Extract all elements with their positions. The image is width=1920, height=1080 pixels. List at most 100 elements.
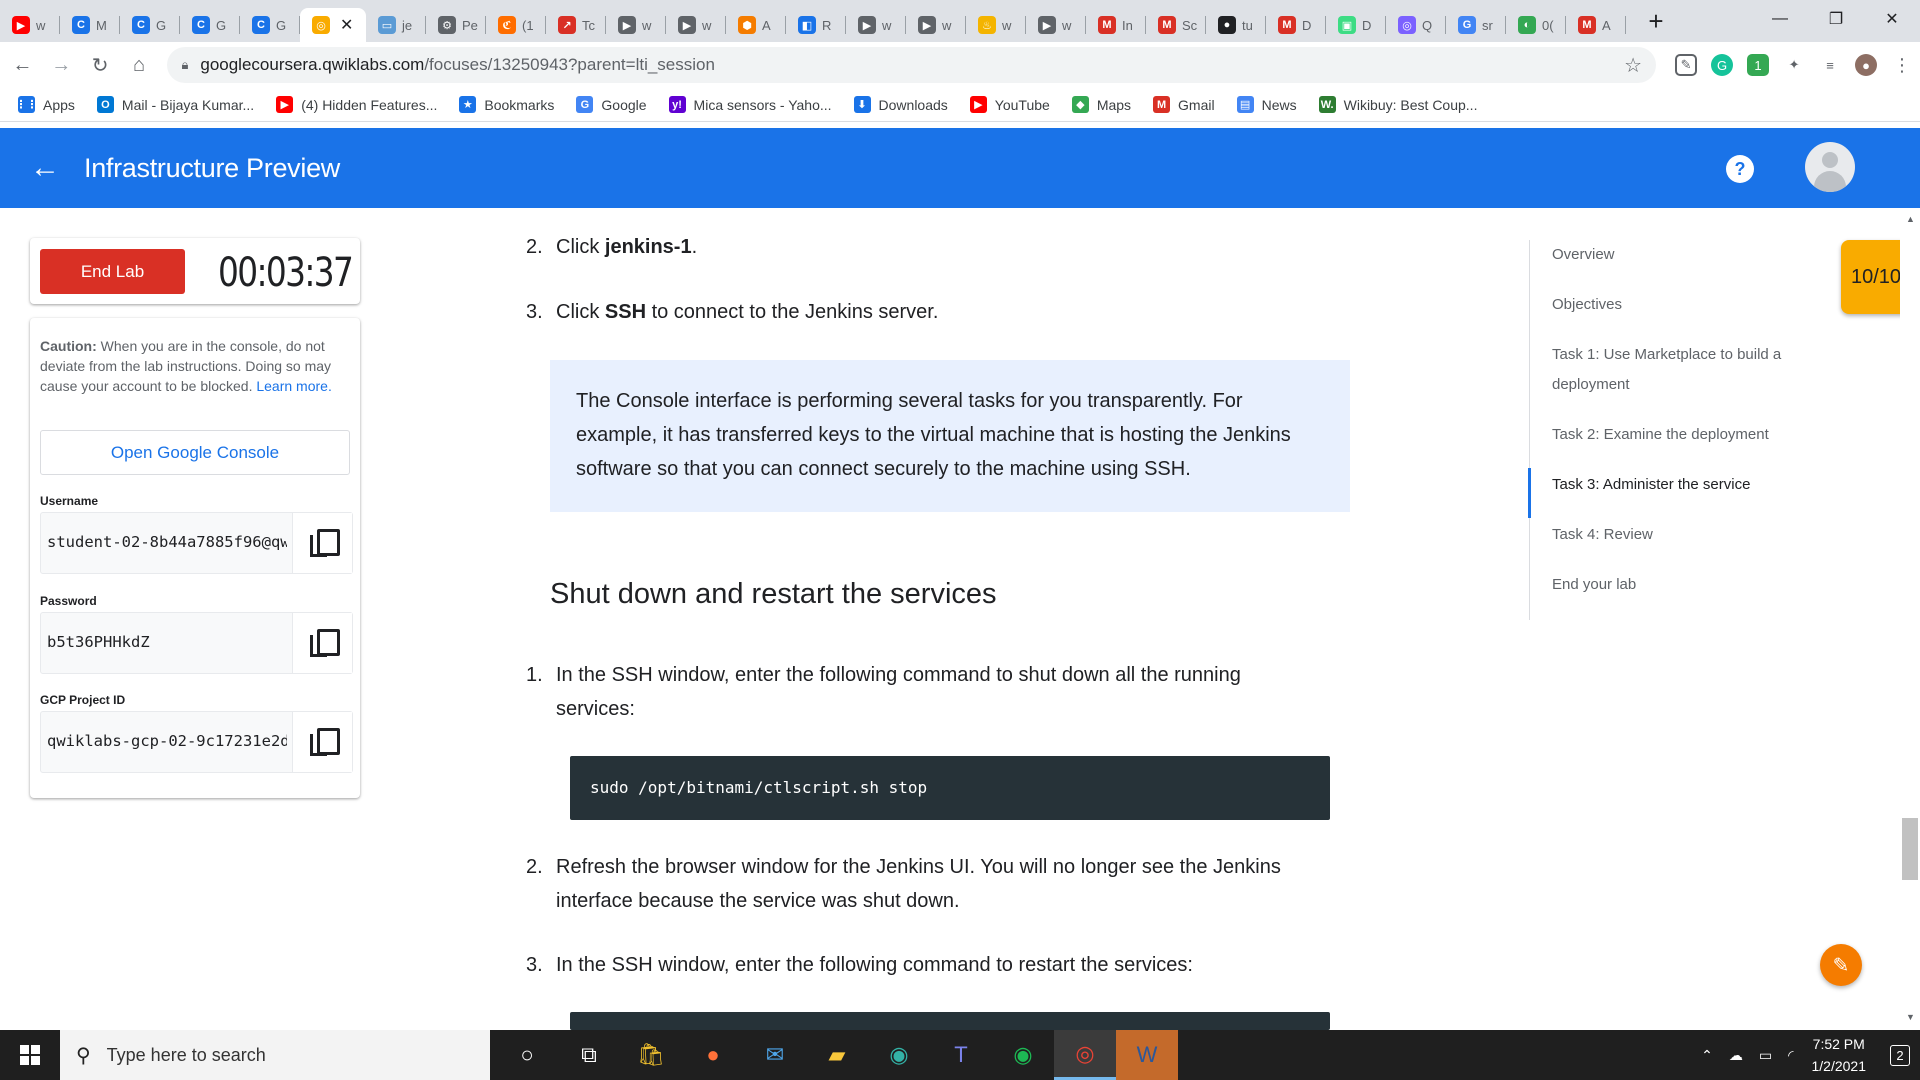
start-button[interactable] — [0, 1030, 60, 1080]
reload-button[interactable]: ↻ — [84, 48, 117, 82]
copy-username-button[interactable] — [292, 513, 352, 573]
notes-fab-button[interactable]: ✎ — [1820, 944, 1862, 986]
code-block[interactable] — [570, 1012, 1330, 1030]
bookmark-item[interactable]: O Mail - Bijaya Kumar... — [96, 96, 254, 113]
bookmark-item[interactable]: G Google — [576, 96, 647, 113]
tab-close-icon[interactable]: ✕ — [340, 15, 353, 35]
browser-tab[interactable]: ▶ w — [906, 8, 966, 42]
toc-item[interactable]: Task 4: Review — [1552, 520, 1812, 550]
browser-tab[interactable]: MA — [1566, 8, 1626, 42]
close-window-button[interactable]: ✕ — [1864, 0, 1920, 38]
forward-button[interactable]: → — [45, 48, 78, 82]
bookmark-item[interactable]: y! Mica sensors - Yaho... — [668, 96, 832, 113]
grammarly-icon[interactable]: G — [1711, 54, 1734, 76]
toc-item[interactable]: Task 3: Administer the service — [1552, 470, 1812, 500]
end-lab-button[interactable]: End Lab — [40, 249, 185, 294]
bookmark-item[interactable]: ▤ News — [1236, 96, 1297, 113]
browser-tab[interactable]: ▶ w — [1026, 8, 1086, 42]
cortana-icon[interactable]: ○ — [496, 1030, 558, 1080]
back-arrow-icon[interactable]: ← — [30, 151, 60, 185]
file-explorer-icon[interactable]: ▰ — [806, 1030, 868, 1080]
menu-kebab-icon[interactable]: ⋮ — [1891, 54, 1913, 76]
browser-tab[interactable]: MD — [1266, 8, 1326, 42]
new-tab-button[interactable]: + — [1638, 3, 1674, 39]
toc-item[interactable]: End your lab — [1552, 570, 1812, 600]
browser-tab[interactable]: ⬢ A — [726, 8, 786, 42]
password-field[interactable]: b5t36PHHkdZ — [40, 612, 353, 674]
store-icon[interactable]: 🛍︎ — [620, 1030, 682, 1080]
browser-tab[interactable]: ▶ w — [606, 8, 666, 42]
browser-tab[interactable]: ▶ w — [846, 8, 906, 42]
code-block[interactable]: sudo /opt/bitnami/ctlscript.sh stop — [570, 756, 1330, 820]
browser-tab[interactable]: ◧ R — [786, 8, 846, 42]
firefox-icon[interactable]: ● — [682, 1030, 744, 1080]
open-google-console-button[interactable]: Open Google Console — [40, 430, 350, 475]
maximize-button[interactable]: ❐ — [1808, 0, 1864, 38]
browser-tab[interactable]: Gsr — [1446, 8, 1506, 42]
bookmark-item[interactable]: ★ Bookmarks — [459, 96, 554, 113]
toc-item[interactable]: Overview — [1552, 240, 1812, 270]
browser-tab[interactable]: CG — [120, 8, 180, 42]
teams-icon[interactable]: T — [930, 1030, 992, 1080]
bookmark-item[interactable]: ◆ Maps — [1071, 96, 1131, 113]
bookmark-item[interactable]: ▶ (4) Hidden Features... — [276, 96, 437, 113]
browser-tab[interactable]: ♨ w — [966, 8, 1026, 42]
extension-badge-icon[interactable]: 1 — [1747, 54, 1770, 76]
bookmark-item[interactable]: ⋮⋮ Apps — [16, 96, 75, 113]
learn-more-link[interactable]: Learn more. — [256, 378, 331, 394]
browser-tab[interactable]: ● tu — [1206, 8, 1266, 42]
chevron-up-icon[interactable]: ⌃ — [1701, 1047, 1713, 1064]
notifications-button[interactable]: 2 — [1880, 1030, 1920, 1080]
help-icon[interactable]: ? — [1726, 155, 1754, 183]
browser-tab[interactable]: CG — [240, 8, 300, 42]
home-button[interactable]: ⌂ — [123, 48, 156, 82]
taskbar-clock[interactable]: 7:52 PM 1/2/2021 — [1812, 1033, 1867, 1077]
browser-tab[interactable]: CM — [60, 8, 120, 42]
network-error-icon[interactable]: ☁ — [1729, 1047, 1743, 1064]
battery-icon[interactable]: ▭ — [1759, 1047, 1772, 1064]
taskbar-search-box[interactable]: ⚲ Type here to search — [60, 1030, 490, 1080]
browser-tab[interactable]: ◐ 0( — [1506, 8, 1566, 42]
spotify-icon[interactable]: ◉ — [992, 1030, 1054, 1080]
browser-tab[interactable]: ▭ je — [366, 8, 426, 42]
browser-tab[interactable]: CG — [180, 8, 240, 42]
reading-list-icon[interactable]: ≡ — [1819, 54, 1841, 76]
browser-tab[interactable]: ◎ Q — [1386, 8, 1446, 42]
project-id-field[interactable]: qwiklabs-gcp-02-9c17231e2d7a — [40, 711, 353, 773]
scroll-up-arrow-icon[interactable]: ▲ — [1906, 214, 1915, 224]
username-value[interactable]: student-02-8b44a7885f96@qwiklabs.net — [47, 533, 287, 551]
puzzle-icon[interactable]: ✦ — [1783, 54, 1805, 76]
browser-tab[interactable]: ▣ D — [1326, 8, 1386, 42]
copy-password-button[interactable] — [292, 613, 352, 673]
task-view-icon[interactable]: ⧉ — [558, 1030, 620, 1080]
edge-icon[interactable]: ◉ — [868, 1030, 930, 1080]
browser-tab[interactable]: M In — [1086, 8, 1146, 42]
page-scrollbar[interactable] — [1900, 210, 1920, 1030]
bookmark-item[interactable]: ⬇ Downloads — [853, 96, 948, 113]
browser-tab[interactable]: ℭ (1 — [486, 8, 546, 42]
scroll-down-arrow-icon[interactable]: ▼ — [1906, 1012, 1915, 1022]
toc-item[interactable]: Objectives — [1552, 290, 1812, 320]
back-button[interactable]: ← — [6, 48, 39, 82]
profile-avatar-icon[interactable]: ● — [1855, 54, 1878, 76]
extension-edit-icon[interactable]: ✎ — [1675, 54, 1698, 76]
chrome-icon[interactable]: ◎ — [1054, 1030, 1116, 1080]
scrollbar-thumb[interactable] — [1902, 818, 1918, 880]
username-field[interactable]: student-02-8b44a7885f96@qwiklabs.net — [40, 512, 353, 574]
mail-icon[interactable]: ✉ — [744, 1030, 806, 1080]
bookmark-item[interactable]: ▶ YouTube — [969, 96, 1050, 113]
toc-item[interactable]: Task 1: Use Marketplace to build a deplo… — [1552, 340, 1812, 400]
browser-tab[interactable]: ◎ ✕ — [300, 8, 366, 42]
minimize-button[interactable]: — — [1752, 0, 1808, 38]
password-value[interactable]: b5t36PHHkdZ — [47, 633, 287, 651]
browser-tab[interactable]: ▶ w — [0, 8, 60, 42]
wifi-icon[interactable]: ◜ — [1788, 1047, 1793, 1064]
address-bar[interactable]: 🔒︎ googlecoursera.qwiklabs.com/focuses/1… — [167, 47, 1657, 83]
browser-tab[interactable]: ↗ Tc — [546, 8, 606, 42]
browser-tab[interactable]: ⚙ Pe — [426, 8, 486, 42]
bookmark-star-icon[interactable]: ☆ — [1624, 53, 1642, 78]
bookmark-item[interactable]: W. Wikibuy: Best Coup... — [1318, 96, 1477, 113]
word-icon[interactable]: W — [1116, 1030, 1178, 1080]
browser-tab[interactable]: ▶ w — [666, 8, 726, 42]
toc-item[interactable]: Task 2: Examine the deployment — [1552, 420, 1812, 450]
